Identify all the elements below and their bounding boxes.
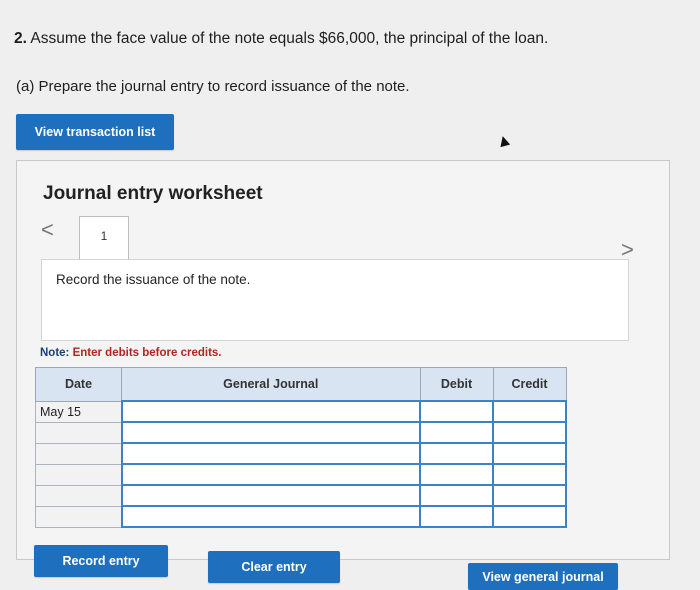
date-cell[interactable]: May 15 — [35, 400, 122, 423]
tab-label: 1 — [100, 229, 108, 243]
table-row — [35, 442, 567, 465]
header-date: Date — [35, 367, 122, 402]
mouse-cursor-icon — [497, 134, 511, 148]
tab-1[interactable]: 1 — [79, 216, 129, 260]
account-input[interactable] — [120, 463, 421, 486]
table-row: May 15 — [35, 400, 567, 423]
debit-input[interactable] — [419, 505, 494, 528]
table-row — [35, 484, 567, 507]
clear-entry-button[interactable]: Clear entry — [208, 551, 340, 583]
table-row — [35, 421, 567, 444]
chevron-left-icon[interactable]: < — [41, 217, 54, 243]
worksheet-title: Journal entry worksheet — [43, 183, 263, 204]
account-input[interactable] — [120, 505, 421, 528]
note-text: Note: Enter debits before credits. — [40, 347, 222, 359]
credit-input[interactable] — [492, 505, 567, 528]
journal-table: Date General Journal Debit Credit May 15 — [35, 367, 567, 528]
question-number: 2. — [14, 30, 27, 47]
table-header-row: Date General Journal Debit Credit — [35, 367, 567, 402]
credit-input[interactable] — [492, 421, 567, 444]
journal-entry-worksheet: Journal entry worksheet < 1 > Record the… — [16, 160, 670, 560]
instruction-panel: Record the issuance of the note. — [41, 259, 629, 341]
table-row — [35, 505, 567, 528]
account-input[interactable] — [120, 421, 421, 444]
table-row — [35, 463, 567, 486]
question-part: (a) Prepare the journal entry to record … — [16, 78, 410, 95]
date-cell[interactable] — [35, 421, 122, 444]
debit-input[interactable] — [419, 400, 494, 423]
header-debit: Debit — [419, 367, 494, 402]
instruction-text: Record the issuance of the note. — [56, 272, 251, 287]
debit-input[interactable] — [419, 442, 494, 465]
view-general-journal-button[interactable]: View general journal — [468, 563, 618, 590]
account-input[interactable] — [120, 400, 421, 423]
view-transaction-list-button[interactable]: View transaction list — [16, 114, 174, 150]
header-credit: Credit — [492, 367, 567, 402]
date-cell[interactable] — [35, 484, 122, 507]
note-label: Note: — [40, 347, 70, 359]
date-cell[interactable] — [35, 505, 122, 528]
credit-input[interactable] — [492, 463, 567, 486]
question-text: 2. Assume the face value of the note equ… — [14, 30, 548, 48]
account-input[interactable] — [120, 442, 421, 465]
note-body: Enter debits before credits. — [69, 347, 222, 359]
debit-input[interactable] — [419, 484, 494, 507]
credit-input[interactable] — [492, 484, 567, 507]
debit-input[interactable] — [419, 463, 494, 486]
credit-input[interactable] — [492, 442, 567, 465]
account-input[interactable] — [120, 484, 421, 507]
debit-input[interactable] — [419, 421, 494, 444]
question-body: Assume the face value of the note equals… — [30, 30, 549, 47]
record-entry-button[interactable]: Record entry — [34, 545, 168, 577]
date-cell[interactable] — [35, 442, 122, 465]
date-cell[interactable] — [35, 463, 122, 486]
header-general-journal: General Journal — [121, 367, 421, 402]
credit-input[interactable] — [492, 400, 567, 423]
